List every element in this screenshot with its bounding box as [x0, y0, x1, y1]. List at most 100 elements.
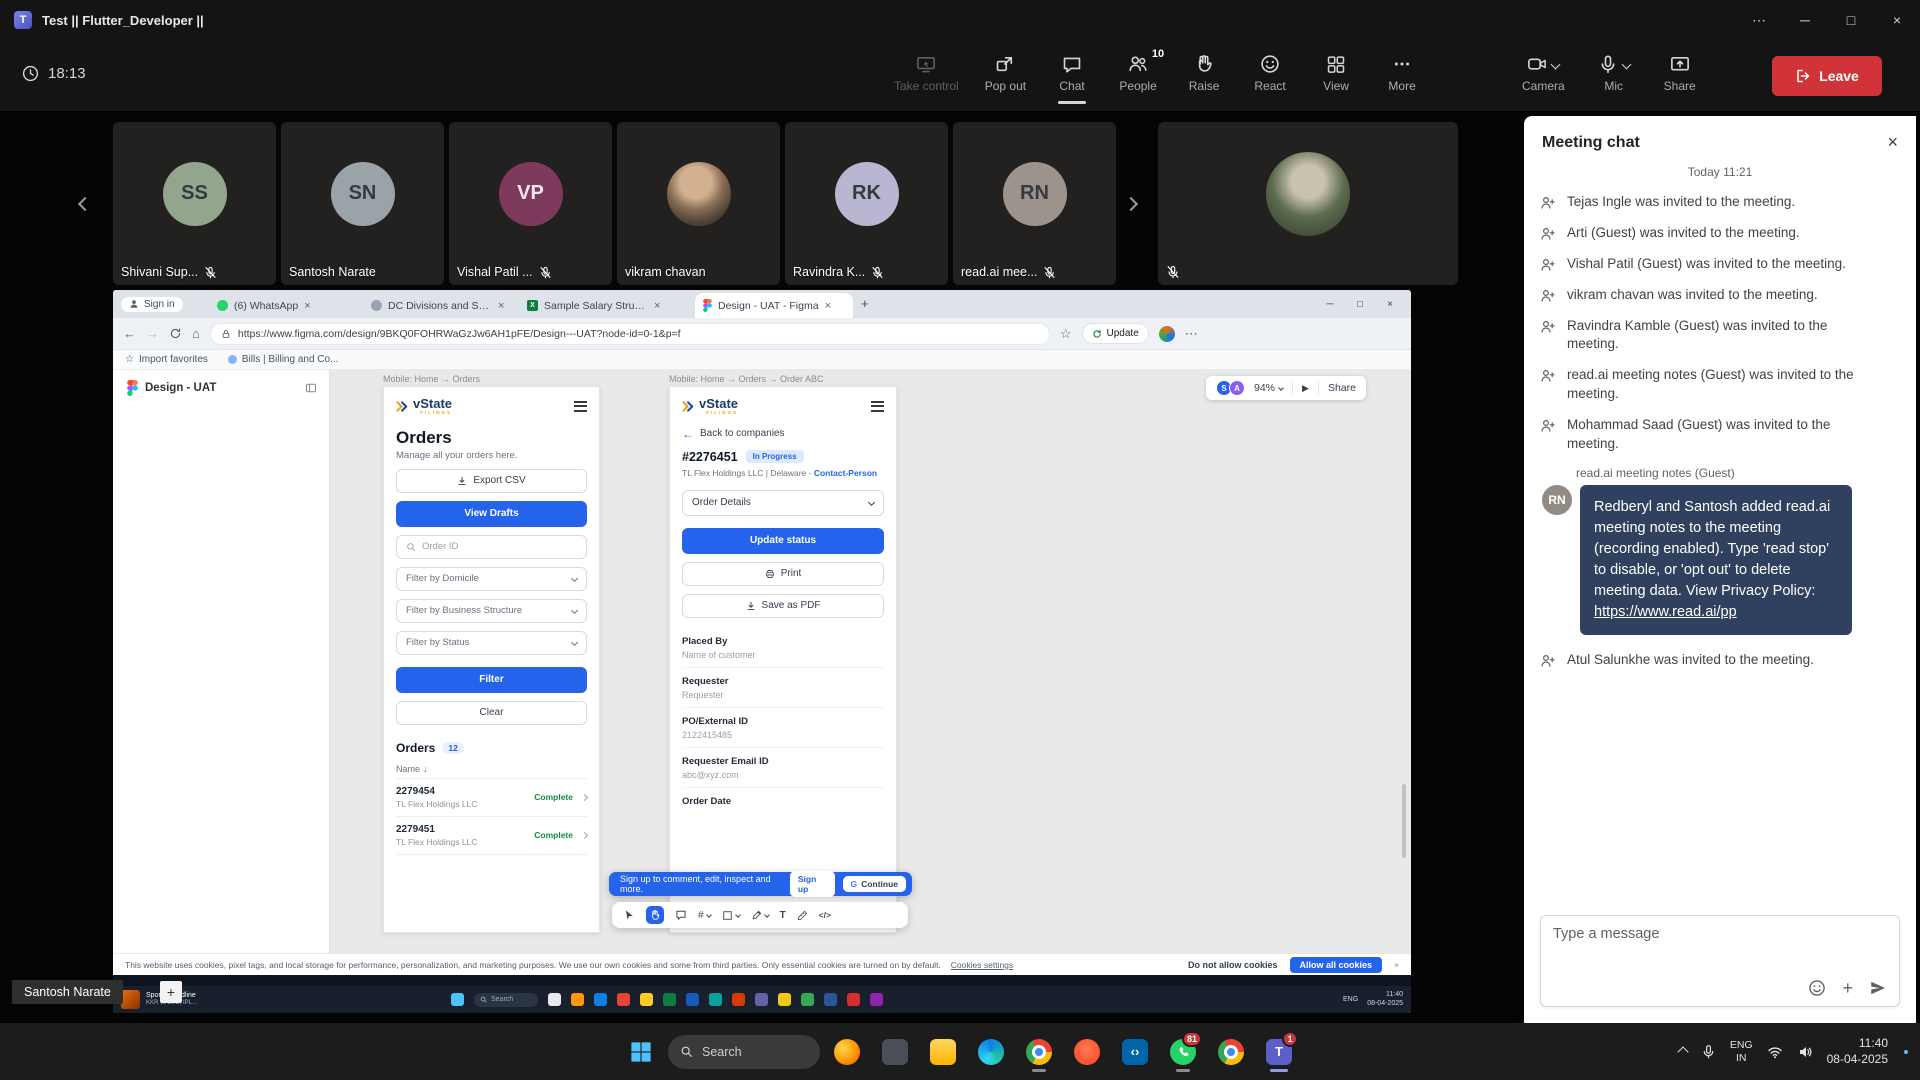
- taskbar-app-vscode[interactable]: ‹›: [1114, 1030, 1156, 1074]
- order-row[interactable]: 2279454TL Flex Holdings LLC Complete: [396, 778, 587, 816]
- privacy-policy-link[interactable]: https://www.read.ai/pp: [1594, 604, 1737, 620]
- collaborator-avatar[interactable]: A: [1229, 380, 1245, 396]
- people-button[interactable]: 10 People: [1112, 50, 1164, 97]
- taskbar-app-edge[interactable]: [970, 1030, 1012, 1074]
- taskbar-app-chrome-2[interactable]: [1210, 1030, 1252, 1074]
- filter-business-structure-select[interactable]: Filter by Business Structure: [396, 599, 587, 623]
- panel-toggle-icon[interactable]: [305, 382, 317, 394]
- chat-message-list[interactable]: Tejas Ingle was invited to the meeting. …: [1524, 193, 1916, 905]
- chat-input-box[interactable]: +: [1540, 915, 1900, 1007]
- taskbar-app-explorer[interactable]: [922, 1030, 964, 1074]
- tab-close-icon[interactable]: ×: [825, 300, 831, 312]
- presenter-taskbar-app[interactable]: [640, 993, 653, 1006]
- browser-minimize-icon[interactable]: ─: [1315, 299, 1345, 310]
- signup-button[interactable]: Sign up: [790, 871, 835, 897]
- comment-tool-icon[interactable]: [675, 909, 687, 921]
- save-as-pdf-button[interactable]: Save as PDF: [682, 594, 884, 618]
- presenter-taskbar-app[interactable]: [686, 993, 699, 1006]
- presenter-taskbar-app[interactable]: [847, 993, 860, 1006]
- shape-tool-icon[interactable]: [722, 910, 740, 921]
- clear-button[interactable]: Clear: [396, 701, 587, 725]
- camera-button[interactable]: Camera: [1516, 50, 1571, 97]
- participant-tile[interactable]: RN read.ai mee...: [953, 122, 1116, 285]
- frame1-breadcrumb[interactable]: Mobile: Home → Orders: [383, 374, 480, 384]
- tray-expand-icon[interactable]: [1677, 1046, 1688, 1057]
- hamburger-menu-icon[interactable]: [871, 401, 884, 412]
- presenter-taskbar-app[interactable]: [571, 993, 584, 1006]
- order-id-search-input[interactable]: Order ID: [396, 535, 587, 559]
- start-button[interactable]: [620, 1030, 662, 1074]
- browser-close-icon[interactable]: ×: [1375, 299, 1405, 310]
- browser-tab-whatsapp[interactable]: (6) WhatsApp ×: [209, 293, 357, 318]
- order-details-select[interactable]: Order Details: [682, 490, 884, 516]
- view-drafts-button[interactable]: View Drafts: [396, 501, 587, 527]
- browser-menu-icon[interactable]: ⋯: [1185, 326, 1198, 342]
- figma-file-chip[interactable]: Design - UAT: [127, 380, 317, 396]
- mic-button[interactable]: Mic: [1591, 50, 1637, 97]
- order-row[interactable]: 2279451TL Flex Holdings LLC Complete: [396, 816, 587, 854]
- presenter-taskbar-app[interactable]: [709, 993, 722, 1006]
- participant-tile[interactable]: RK Ravindra K...: [785, 122, 948, 285]
- tray-mic-icon[interactable]: [1701, 1044, 1716, 1059]
- presenter-taskbar-app[interactable]: [824, 993, 837, 1006]
- attach-icon[interactable]: +: [1842, 979, 1853, 997]
- participant-tile[interactable]: vikram chavan: [617, 122, 780, 285]
- taskbar-app-chrome[interactable]: [1018, 1030, 1060, 1074]
- emoji-icon[interactable]: [1808, 979, 1826, 997]
- window-maximize-button[interactable]: □: [1828, 0, 1874, 40]
- presenter-taskbar-app[interactable]: [732, 993, 745, 1006]
- presenter-taskbar-app[interactable]: [594, 993, 607, 1006]
- presenter-taskbar-app[interactable]: [801, 993, 814, 1006]
- leave-button[interactable]: Leave: [1772, 56, 1882, 96]
- back-icon[interactable]: ←: [123, 326, 136, 341]
- url-input[interactable]: [238, 328, 1039, 340]
- filmstrip-prev-button[interactable]: [80, 196, 90, 214]
- chat-close-icon[interactable]: ×: [1887, 132, 1898, 153]
- participant-tile[interactable]: SS Shivani Sup...: [113, 122, 276, 285]
- pop-out-button[interactable]: Pop out: [979, 50, 1032, 97]
- print-button[interactable]: Print: [682, 562, 884, 586]
- filter-status-select[interactable]: Filter by Status: [396, 631, 587, 655]
- url-field[interactable]: [210, 323, 1050, 345]
- window-more-icon[interactable]: ⋯: [1736, 0, 1782, 40]
- new-tab-icon[interactable]: +: [861, 296, 869, 311]
- taskbar-search-box[interactable]: Search: [668, 1035, 820, 1069]
- mic-chevron-icon[interactable]: [1621, 59, 1631, 69]
- name-column-header[interactable]: Name ↓: [396, 764, 587, 774]
- zoom-control[interactable]: 94%: [1254, 382, 1283, 394]
- presenter-add-icon[interactable]: +: [160, 981, 182, 1003]
- filter-domicile-select[interactable]: Filter by Domicile: [396, 567, 587, 591]
- cookie-close-icon[interactable]: ×: [1394, 960, 1399, 970]
- measure-tool-icon[interactable]: [797, 910, 808, 921]
- presenter-taskbar-app[interactable]: [548, 993, 561, 1006]
- favorite-star-icon[interactable]: ☆: [1060, 326, 1072, 342]
- presenter-clock[interactable]: 11:40 08-04-2025: [1367, 991, 1403, 1009]
- news-widget[interactable]: Sports Headline KKR vs LSG, IPL...: [121, 990, 291, 1009]
- filmstrip-next-button[interactable]: [1126, 196, 1136, 214]
- browser-maximize-icon[interactable]: □: [1345, 299, 1375, 310]
- camera-chevron-icon[interactable]: [1551, 59, 1561, 69]
- back-to-companies-link[interactable]: ← Back to companies: [682, 427, 884, 441]
- volume-icon[interactable]: [1797, 1044, 1813, 1060]
- contact-person-link[interactable]: Contact-Person: [814, 468, 877, 478]
- dev-mode-icon[interactable]: </>: [819, 910, 831, 920]
- start-icon[interactable]: [451, 993, 464, 1006]
- figma-frame-orders[interactable]: vState FILINGS Orders Manage all your or…: [383, 386, 600, 933]
- view-button[interactable]: View: [1310, 50, 1362, 97]
- chat-button[interactable]: Chat: [1046, 50, 1098, 97]
- pen-tool-icon[interactable]: [751, 910, 769, 921]
- allow-cookies-button[interactable]: Allow all cookies: [1290, 957, 1383, 973]
- browser-tab-figma[interactable]: Design - UAT - Figma ×: [695, 293, 853, 318]
- chat-message-input[interactable]: [1553, 926, 1887, 942]
- bookmark-bills-item[interactable]: Bills | Billing and Co...: [228, 354, 339, 365]
- presenter-taskbar-app[interactable]: [617, 993, 630, 1006]
- participant-tile[interactable]: VP Vishal Patil ...: [449, 122, 612, 285]
- figma-frame-order-detail[interactable]: vState FILINGS ← Back to companies #2276…: [669, 386, 897, 933]
- text-tool-icon[interactable]: T: [780, 910, 786, 921]
- presenter-taskbar-app[interactable]: [755, 993, 768, 1006]
- taskbar-app-whatsapp[interactable]: 81: [1162, 1030, 1204, 1074]
- presenter-taskbar-app[interactable]: [778, 993, 791, 1006]
- participant-tile-presenter[interactable]: [1158, 122, 1458, 285]
- cookie-settings-link[interactable]: Cookies settings: [951, 960, 1013, 970]
- react-button[interactable]: React: [1244, 50, 1296, 97]
